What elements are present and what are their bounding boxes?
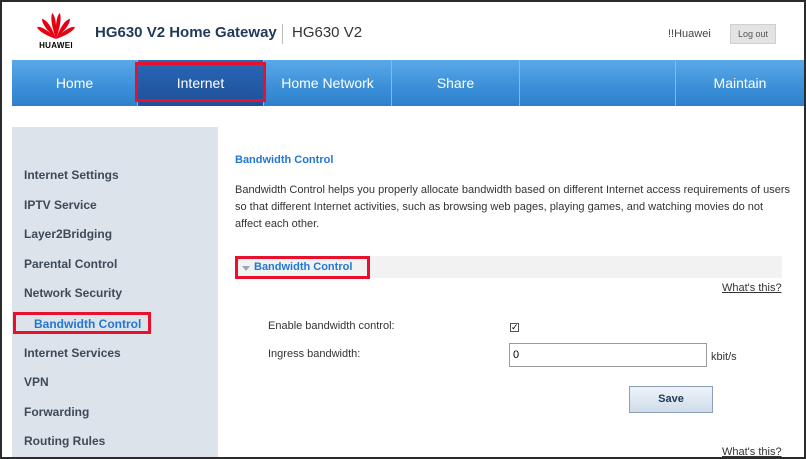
main-nav: Home Internet Home Network Share Maintai… — [12, 60, 804, 106]
router-admin-window: HUAWEI HG630 V2 Home Gateway HG630 V2 !!… — [0, 0, 806, 459]
header: HUAWEI HG630 V2 Home Gateway HG630 V2 !!… — [2, 2, 804, 60]
enable-bandwidth-label: Enable bandwidth control: — [268, 320, 395, 332]
nav-share[interactable]: Share — [392, 60, 520, 106]
nav-home-network[interactable]: Home Network — [264, 60, 392, 106]
ingress-unit-label: kbit/s — [711, 351, 737, 363]
section-description: Bandwidth Control helps you properly all… — [235, 184, 791, 230]
sidebar-item-forwarding[interactable]: Forwarding — [24, 405, 89, 419]
ingress-bandwidth-label: Ingress bandwidth: — [268, 348, 361, 360]
panel-title[interactable]: Bandwidth Control — [254, 261, 352, 273]
nav-empty — [520, 60, 676, 106]
main-content — [218, 127, 804, 457]
nav-maintain[interactable]: Maintain — [676, 60, 804, 106]
brand-logo-text: HUAWEI — [39, 41, 73, 50]
model-name: HG630 V2 — [292, 24, 363, 41]
title-divider — [282, 24, 283, 44]
save-button[interactable]: Save — [629, 386, 713, 413]
sidebar-item-network-security[interactable]: Network Security — [24, 286, 122, 300]
user-name: !!Huawei — [668, 28, 711, 40]
sidebar-item-internet-settings[interactable]: Internet Settings — [24, 168, 119, 182]
huawei-flower-icon — [37, 13, 75, 39]
logout-button[interactable]: Log out — [730, 24, 776, 44]
sidebar-item-bandwidth-control[interactable]: Bandwidth Control — [34, 317, 141, 331]
nav-home[interactable]: Home — [12, 60, 138, 106]
sidebar-item-parental-control[interactable]: Parental Control — [24, 257, 117, 271]
whats-this-link-bottom[interactable]: What's this? — [722, 446, 782, 457]
nav-internet[interactable]: Internet — [138, 60, 264, 106]
whats-this-link-top[interactable]: What's this? — [722, 282, 782, 294]
page-title: HG630 V2 Home Gateway — [95, 24, 277, 41]
sidebar-item-internet-services[interactable]: Internet Services — [24, 346, 121, 360]
collapse-triangle-icon[interactable] — [242, 266, 250, 271]
enable-bandwidth-checkbox[interactable]: ✓ — [510, 323, 519, 332]
sidebar-item-vpn[interactable]: VPN — [24, 375, 49, 389]
section-title: Bandwidth Control — [235, 154, 334, 166]
ingress-bandwidth-input[interactable]: 0 — [509, 343, 707, 367]
sidebar-item-iptv-service[interactable]: IPTV Service — [24, 198, 97, 212]
sidebar-item-routing-rules[interactable]: Routing Rules — [24, 434, 105, 448]
sidebar-item-layer2bridging[interactable]: Layer2Bridging — [24, 227, 112, 241]
huawei-logo: HUAWEI — [32, 10, 80, 52]
